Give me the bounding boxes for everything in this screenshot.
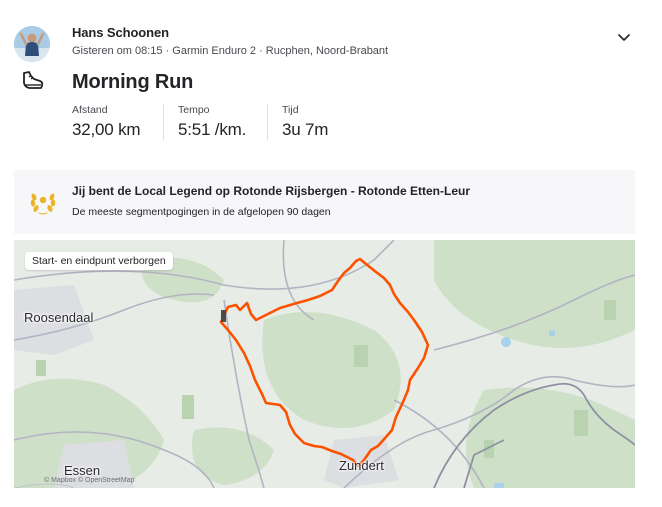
stat-label: Tempo [178,104,210,116]
place-label-zundert: Zundert [339,458,384,473]
chevron-down-icon[interactable] [614,30,634,46]
athlete-name[interactable]: Hans Schoonen [72,25,169,40]
avatar-photo [14,26,50,62]
activity-meta: Gisteren om 08:15 · Garmin Enduro 2 · Ru… [72,45,389,57]
avatar[interactable] [14,26,50,62]
stat-pace: Tempo 5:51 /km. [163,104,246,140]
legend-subtitle: De meeste segmentpogingen in de afgelope… [72,206,331,218]
activity-map[interactable]: Start- en eindpunt verborgen Roosendaal … [14,240,635,488]
local-legend-banner[interactable]: Jij bent de Local Legend op Rotonde Rijs… [14,170,635,234]
running-shoe-icon [20,68,46,94]
stat-time: Tijd 3u 7m [267,104,328,140]
map-canvas [14,240,635,488]
activity-title[interactable]: Morning Run [72,71,193,94]
activity-card: Hans Schoonen Gisteren om 08:15 · Garmin… [0,0,662,507]
stat-distance: Afstand 32,00 km [72,104,141,140]
start-end-hidden-badge: Start- en eindpunt verborgen [25,252,173,270]
stat-value: 3u 7m [282,120,329,139]
legend-title: Jij bent de Local Legend op Rotonde Rijs… [72,184,471,198]
laurel-wreath-icon [28,189,58,215]
map-attribution[interactable]: © Mapbox © OpenStreetMap [44,477,134,484]
place-label-roosendaal: Roosendaal [24,310,94,325]
stat-label: Afstand [72,104,108,116]
stat-value: 5:51 /km. [178,120,247,139]
stat-label: Tijd [282,104,299,116]
place-label-essen: Essen [64,463,101,478]
stat-value: 32,00 km [72,120,141,139]
